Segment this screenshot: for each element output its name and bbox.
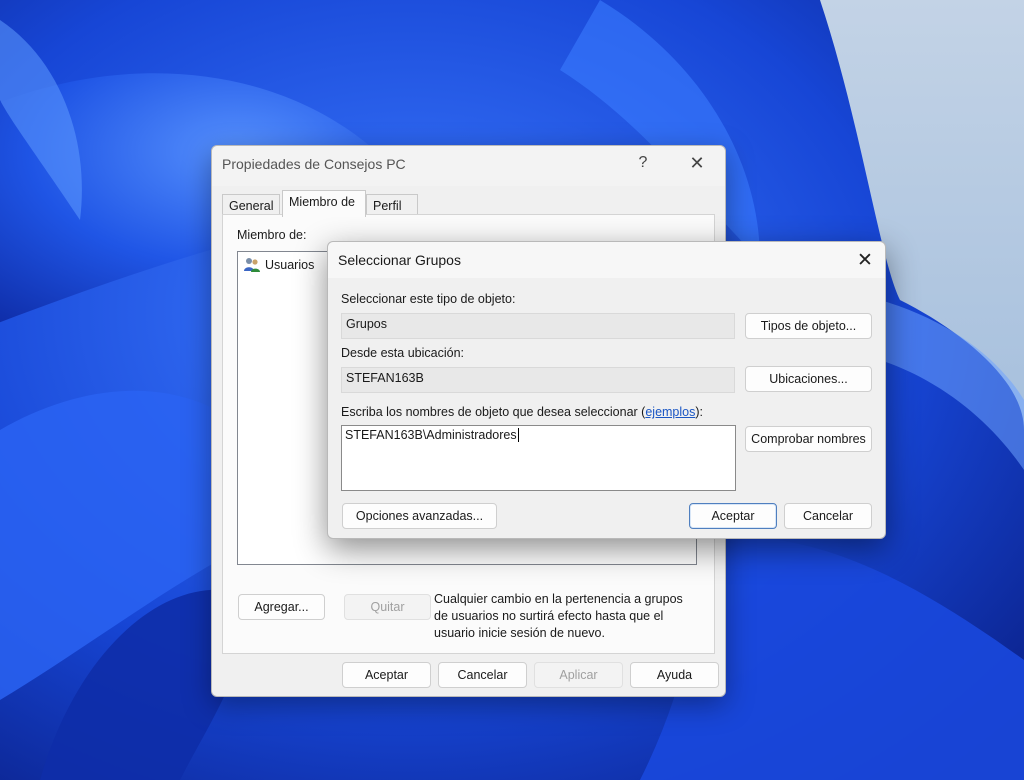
select-groups-dialog: Seleccionar Grupos ✕ Seleccionar este ti… <box>327 241 886 539</box>
ok-button[interactable]: Aceptar <box>342 662 431 688</box>
properties-title: Propiedades de Consejos PC <box>222 156 406 172</box>
object-names-label-prefix: Escriba los nombres de objeto que desea … <box>341 405 646 419</box>
properties-titlebar[interactable]: Propiedades de Consejos PC ? ✕ <box>212 146 725 186</box>
object-names-value: STEFAN163B\Administradores <box>345 428 519 442</box>
close-icon[interactable]: ✕ <box>842 242 888 278</box>
examples-link[interactable]: ejemplos <box>645 405 695 419</box>
tab-general[interactable]: General <box>222 194 280 216</box>
check-names-button[interactable]: Comprobar nombres <box>745 426 872 452</box>
group-name: Usuarios <box>265 258 315 272</box>
object-type-field: Grupos <box>341 313 735 339</box>
select-groups-titlebar[interactable]: Seleccionar Grupos ✕ <box>328 242 885 278</box>
add-button[interactable]: Agregar... <box>238 594 325 620</box>
object-types-button[interactable]: Tipos de objeto... <box>745 313 872 339</box>
ok-button[interactable]: Aceptar <box>689 503 777 529</box>
object-type-label: Seleccionar este tipo de objeto: <box>341 292 516 306</box>
help-icon[interactable]: ? <box>620 146 666 180</box>
membership-info-text: Cualquier cambio en la pertenencia a gru… <box>434 592 683 640</box>
member-of-label: Miembro de: <box>237 228 307 242</box>
tab-member-of[interactable]: Miembro de <box>282 190 366 217</box>
object-names-input[interactable]: STEFAN163B\Administradores <box>341 425 736 491</box>
location-field: STEFAN163B <box>341 367 735 393</box>
select-groups-title: Seleccionar Grupos <box>338 252 461 268</box>
help-button[interactable]: Ayuda <box>630 662 719 688</box>
advanced-options-button[interactable]: Opciones avanzadas... <box>342 503 497 529</box>
location-label: Desde esta ubicación: <box>341 346 464 360</box>
cancel-button[interactable]: Cancelar <box>784 503 872 529</box>
users-icon <box>243 257 261 273</box>
apply-button[interactable]: Aplicar <box>534 662 623 688</box>
object-names-label: Escriba los nombres de objeto que desea … <box>341 405 703 419</box>
list-item[interactable]: Usuarios <box>243 257 314 273</box>
remove-button[interactable]: Quitar <box>344 594 431 620</box>
cancel-button[interactable]: Cancelar <box>438 662 527 688</box>
locations-button[interactable]: Ubicaciones... <box>745 366 872 392</box>
properties-footer: Aceptar Cancelar Aplicar Ayuda <box>212 655 725 696</box>
object-names-label-suffix: ): <box>695 405 704 419</box>
tab-profile[interactable]: Perfil <box>366 194 418 216</box>
close-icon[interactable]: ✕ <box>674 146 720 180</box>
